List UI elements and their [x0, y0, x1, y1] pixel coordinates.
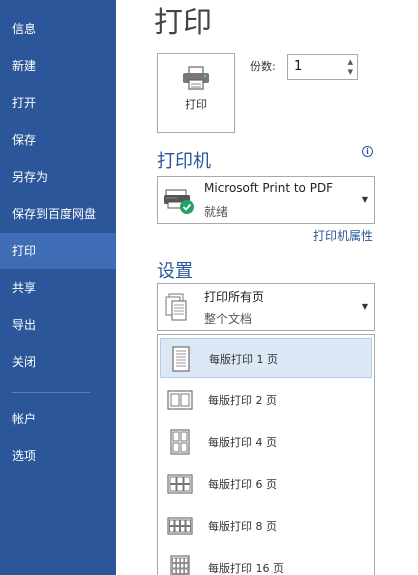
- layout-4-pages-icon: [170, 429, 190, 455]
- list-item-8-pages[interactable]: 每版打印 8 页: [160, 506, 372, 546]
- list-item-4-pages[interactable]: 每版打印 4 页: [160, 422, 372, 462]
- page-title: 打印: [154, 5, 213, 39]
- sidebar-item-save-as[interactable]: 另存为: [0, 159, 116, 195]
- print-range-dropdown[interactable]: 打印所有页 整个文档 ▼: [157, 283, 375, 331]
- printer-name: Microsoft Print to PDF: [204, 181, 334, 195]
- list-item-label: 每版打印 16 页: [208, 562, 284, 575]
- sidebar-item-save[interactable]: 保存: [0, 122, 116, 158]
- layout-1-page-icon: [172, 346, 190, 372]
- info-icon[interactable]: i: [362, 146, 373, 157]
- list-item-2-pages[interactable]: 每版打印 2 页: [160, 380, 372, 420]
- sidebar-item-account[interactable]: 帐户: [0, 401, 116, 437]
- print-range-sub: 整个文档: [204, 312, 253, 326]
- sidebar-item-export[interactable]: 导出: [0, 307, 116, 343]
- list-item-label: 每版打印 8 页: [208, 520, 277, 533]
- print-pane: 打印 打印 份数: 1 ▲ ▼ 打印机 i Microsoft Print to…: [116, 0, 418, 575]
- layout-16-pages-icon: [170, 555, 190, 575]
- printer-status: 就绪: [204, 205, 229, 219]
- list-item-label: 每版打印 1 页: [209, 353, 278, 366]
- list-item-label: 每版打印 4 页: [208, 436, 277, 449]
- printer-section-title: 打印机: [157, 151, 211, 172]
- layout-2-pages-icon: [167, 390, 193, 410]
- print-button[interactable]: 打印: [157, 53, 235, 133]
- list-item-16-pages[interactable]: 每版打印 16 页: [160, 548, 372, 575]
- sidebar-item-save-to-baidu[interactable]: 保存到百度网盘: [0, 196, 116, 232]
- printer-dropdown[interactable]: Microsoft Print to PDF 就绪 ▼: [157, 176, 375, 224]
- sidebar-item-info[interactable]: 信息: [0, 11, 116, 47]
- list-item-6-pages[interactable]: 每版打印 6 页: [160, 464, 372, 504]
- settings-section-title: 设置: [157, 261, 193, 282]
- pages-icon: [165, 293, 187, 321]
- sidebar-item-options[interactable]: 选项: [0, 438, 116, 474]
- sidebar-item-open[interactable]: 打开: [0, 85, 116, 121]
- sidebar-divider: [12, 392, 90, 393]
- layout-8-pages-icon: [167, 517, 193, 535]
- list-item-label: 每版打印 6 页: [208, 478, 277, 491]
- list-item-1-page[interactable]: 每版打印 1 页: [160, 338, 372, 378]
- layout-6-pages-icon: [167, 474, 193, 494]
- printer-ready-icon: [164, 189, 194, 214]
- printer-icon: [183, 66, 209, 90]
- copies-value[interactable]: 1: [294, 59, 302, 74]
- increment-icon[interactable]: ▲: [348, 58, 353, 66]
- chevron-down-icon: ▼: [361, 302, 368, 311]
- sidebar-item-share[interactable]: 共享: [0, 270, 116, 306]
- backstage-sidebar: 信息 新建 打开 保存 另存为 保存到百度网盘 打印 共享 导出 关闭 帐户 选…: [0, 0, 116, 575]
- pages-per-sheet-list: 每版打印 1 页 每版打印 2 页 每版打印 4 页 每版打印 6 页 每版打印…: [157, 334, 375, 575]
- sidebar-item-close[interactable]: 关闭: [0, 344, 116, 380]
- printer-properties-link[interactable]: 打印机属性: [313, 227, 373, 244]
- copies-stepper[interactable]: 1 ▲ ▼: [287, 54, 358, 80]
- print-button-label: 打印: [185, 98, 207, 111]
- print-range-main: 打印所有页: [204, 290, 265, 304]
- list-item-label: 每版打印 2 页: [208, 394, 277, 407]
- sidebar-item-print[interactable]: 打印: [0, 233, 116, 269]
- chevron-down-icon: ▼: [361, 195, 368, 204]
- copies-label: 份数:: [250, 60, 276, 73]
- sidebar-item-new[interactable]: 新建: [0, 48, 116, 84]
- decrement-icon[interactable]: ▼: [348, 68, 353, 76]
